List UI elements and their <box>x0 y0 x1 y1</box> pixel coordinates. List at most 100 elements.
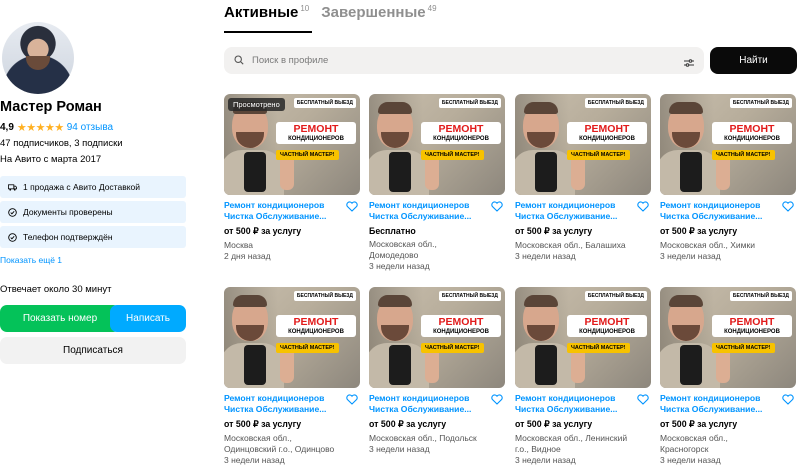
phone-in-photo <box>535 345 557 385</box>
show-more-link[interactable]: Показать ещё 1 <box>0 255 62 265</box>
listing-title-line[interactable]: Чистка Обслуживание... <box>660 211 784 222</box>
tab-count: 10 <box>300 4 310 13</box>
search-icon <box>234 52 244 70</box>
listing-image[interactable]: БЕСПЛАТНЫЙ ВЫЕЗД РЕМОНТ КОНДИЦИОНЕРОВ ЧА… <box>369 94 505 195</box>
listing-title-line[interactable]: Ремонт кондиционеров <box>660 393 784 404</box>
favorite-heart-icon[interactable] <box>346 199 358 212</box>
listing-title-line[interactable]: Ремонт кондиционеров <box>369 200 493 211</box>
tab-count: 49 <box>427 4 437 13</box>
listing-location: Московская обл., Химки <box>660 240 796 251</box>
private-master-label: ЧАСТНЫЙ МАСТЕР! <box>276 150 339 160</box>
listing-title-line[interactable]: Чистка Обслуживание... <box>224 211 348 222</box>
phone-in-photo <box>244 345 266 385</box>
listing-location: Москва <box>224 240 360 251</box>
listing-image[interactable]: БЕСПЛАТНЫЙ ВЫЕЗД РЕМОНТ КОНДИЦИОНЕРОВ ЧА… <box>660 94 796 195</box>
listing-title[interactable]: Ремонт кондиционеров Чистка Обслуживание… <box>224 200 348 221</box>
repair-title: РЕМОНТ <box>438 123 484 135</box>
tab-finished[interactable]: Завершенные 49 <box>321 4 436 21</box>
listing-title[interactable]: Ремонт кондиционеров Чистка Обслуживание… <box>660 200 784 221</box>
listing-title-line[interactable]: Чистка Обслуживание... <box>224 404 348 415</box>
listing-image[interactable]: БЕСПЛАТНЫЙ ВЫЕЗД РЕМОНТ КОНДИЦИОНЕРОВ ЧА… <box>515 287 651 388</box>
repair-subtitle: КОНДИЦИОНЕРОВ <box>579 136 635 142</box>
listing-date: 3 недели назад <box>369 444 430 454</box>
listing-image[interactable]: БЕСПЛАТНЫЙ ВЫЕЗД РЕМОНТ КОНДИЦИОНЕРОВ ЧА… <box>515 94 651 195</box>
repair-banner: РЕМОНТ КОНДИЦИОНЕРОВ <box>421 122 501 144</box>
avatar[interactable] <box>2 22 74 94</box>
filter-icon[interactable] <box>684 55 694 67</box>
listing-title-line[interactable]: Ремонт кондиционеров <box>224 393 348 404</box>
listing-title-line[interactable]: Ремонт кондиционеров <box>515 393 639 404</box>
favorite-heart-icon[interactable] <box>491 392 503 405</box>
listing-card[interactable]: БЕСПЛАТНЫЙ ВЫЕЗД РЕМОНТ КОНДИЦИОНЕРОВ ЧА… <box>369 94 505 272</box>
listing-title[interactable]: Ремонт кондиционеров Чистка Обслуживание… <box>660 393 784 414</box>
listing-title[interactable]: Ремонт кондиционеров Чистка Обслуживание… <box>369 393 493 414</box>
subscribe-button[interactable]: Подписаться <box>0 337 186 364</box>
private-master-label: ЧАСТНЫЙ МАСТЕР! <box>712 343 775 353</box>
listing-image[interactable]: БЕСПЛАТНЫЙ ВЫЕЗД РЕМОНТ КОНДИЦИОНЕРОВ ЧА… <box>224 287 360 388</box>
tab-label: Активные <box>224 4 299 21</box>
free-visit-label: БЕСПЛАТНЫЙ ВЫЕЗД <box>729 98 792 108</box>
repair-banner: РЕМОНТ КОНДИЦИОНЕРОВ <box>567 315 647 337</box>
listing-price: от 500 ₽ за услугу <box>660 419 738 429</box>
show-phone-button[interactable]: Показать номер <box>0 305 120 332</box>
free-visit-label: БЕСПЛАТНЫЙ ВЫЕЗД <box>438 291 501 301</box>
listing-card[interactable]: БЕСПЛАТНЫЙ ВЫЕЗД РЕМОНТ КОНДИЦИОНЕРОВ ЧА… <box>515 287 651 466</box>
private-master-label: ЧАСТНЫЙ МАСТЕР! <box>421 150 484 160</box>
listing-card[interactable]: БЕСПЛАТНЫЙ ВЫЕЗД РЕМОНТ КОНДИЦИОНЕРОВ ЧА… <box>369 287 505 455</box>
location-line: Московская обл., <box>224 433 292 443</box>
reply-time: Отвечает около 30 минут <box>0 284 112 295</box>
listing-image[interactable]: БЕСПЛАТНЫЙ ВЫЕЗД РЕМОНТ КОНДИЦИОНЕРОВ ЧА… <box>369 287 505 388</box>
listing-card[interactable]: БЕСПЛАТНЫЙ ВЫЕЗД РЕМОНТ КОНДИЦИОНЕРОВ ЧА… <box>224 94 360 262</box>
listing-title-line[interactable]: Чистка Обслуживание... <box>660 404 784 415</box>
listing-title-line[interactable]: Чистка Обслуживание... <box>515 404 639 415</box>
listing-price: от 500 ₽ за услугу <box>515 226 593 236</box>
listing-price: от 500 ₽ за услугу <box>224 419 302 429</box>
search-button[interactable]: Найти <box>710 47 797 74</box>
listing-title[interactable]: Ремонт кондиционеров Чистка Обслуживание… <box>515 200 639 221</box>
location-line: Москва <box>224 240 254 250</box>
listing-image[interactable]: БЕСПЛАТНЫЙ ВЫЕЗД РЕМОНТ КОНДИЦИОНЕРОВ ЧА… <box>224 94 360 195</box>
listing-title-line[interactable]: Ремонт кондиционеров <box>660 200 784 211</box>
location-line: г.о., Видное <box>515 444 561 454</box>
listing-card[interactable]: БЕСПЛАТНЫЙ ВЫЕЗД РЕМОНТ КОНДИЦИОНЕРОВ ЧА… <box>515 94 651 262</box>
tab-active[interactable]: Активные 10 <box>224 4 309 21</box>
location-line: Московская обл., Подольск <box>369 433 477 443</box>
favorite-heart-icon[interactable] <box>491 199 503 212</box>
listing-title-line[interactable]: Ремонт кондиционеров <box>369 393 493 404</box>
listing-title[interactable]: Ремонт кондиционеров Чистка Обслуживание… <box>515 393 639 414</box>
repair-title: РЕМОНТ <box>293 316 339 328</box>
write-message-button[interactable]: Написать <box>110 305 186 332</box>
rating-row: 4,9 ★★★★★ 94 отзыва <box>0 121 113 134</box>
favorite-heart-icon[interactable] <box>637 199 649 212</box>
favorite-heart-icon[interactable] <box>782 392 794 405</box>
listing-title-line[interactable]: Чистка Обслуживание... <box>369 404 493 415</box>
listing-card[interactable]: БЕСПЛАТНЫЙ ВЫЕЗД РЕМОНТ КОНДИЦИОНЕРОВ ЧА… <box>660 287 796 466</box>
listing-title-line[interactable]: Чистка Обслуживание... <box>515 211 639 222</box>
listing-card[interactable]: БЕСПЛАТНЫЙ ВЫЕЗД РЕМОНТ КОНДИЦИОНЕРОВ ЧА… <box>660 94 796 262</box>
badge-delivery: 1 продажа с Авито Доставкой <box>0 176 186 198</box>
favorite-heart-icon[interactable] <box>782 199 794 212</box>
listing-card[interactable]: БЕСПЛАТНЫЙ ВЫЕЗД РЕМОНТ КОНДИЦИОНЕРОВ ЧА… <box>224 287 360 466</box>
listing-price: от 500 ₽ за услугу <box>660 226 738 236</box>
followers-info[interactable]: 47 подписчиков, 3 подписки <box>0 138 123 149</box>
listing-title[interactable]: Ремонт кондиционеров Чистка Обслуживание… <box>224 393 348 414</box>
phone-in-photo <box>680 152 702 192</box>
badge-label: Документы проверены <box>23 207 113 217</box>
listing-date: 3 недели назад <box>515 251 576 261</box>
repair-subtitle: КОНДИЦИОНЕРОВ <box>724 136 780 142</box>
repair-subtitle: КОНДИЦИОНЕРОВ <box>288 329 344 335</box>
listing-title-line[interactable]: Ремонт кондиционеров <box>224 200 348 211</box>
reviews-link[interactable]: 94 отзыва <box>67 122 113 133</box>
member-since: На Авито с марта 2017 <box>0 154 102 165</box>
repair-subtitle: КОНДИЦИОНЕРОВ <box>433 329 489 335</box>
search-input[interactable]: Поиск в профиле <box>224 47 704 74</box>
listing-image[interactable]: БЕСПЛАТНЫЙ ВЫЕЗД РЕМОНТ КОНДИЦИОНЕРОВ ЧА… <box>660 287 796 388</box>
listing-title-line[interactable]: Чистка Обслуживание... <box>369 211 493 222</box>
favorite-heart-icon[interactable] <box>346 392 358 405</box>
listing-price: от 500 ₽ за услугу <box>515 419 593 429</box>
listing-date: 3 недели назад <box>224 455 285 465</box>
favorite-heart-icon[interactable] <box>637 392 649 405</box>
listing-title-line[interactable]: Ремонт кондиционеров <box>515 200 639 211</box>
repair-banner: РЕМОНТ КОНДИЦИОНЕРОВ <box>276 315 356 337</box>
listing-title[interactable]: Ремонт кондиционеров Чистка Обслуживание… <box>369 200 493 221</box>
